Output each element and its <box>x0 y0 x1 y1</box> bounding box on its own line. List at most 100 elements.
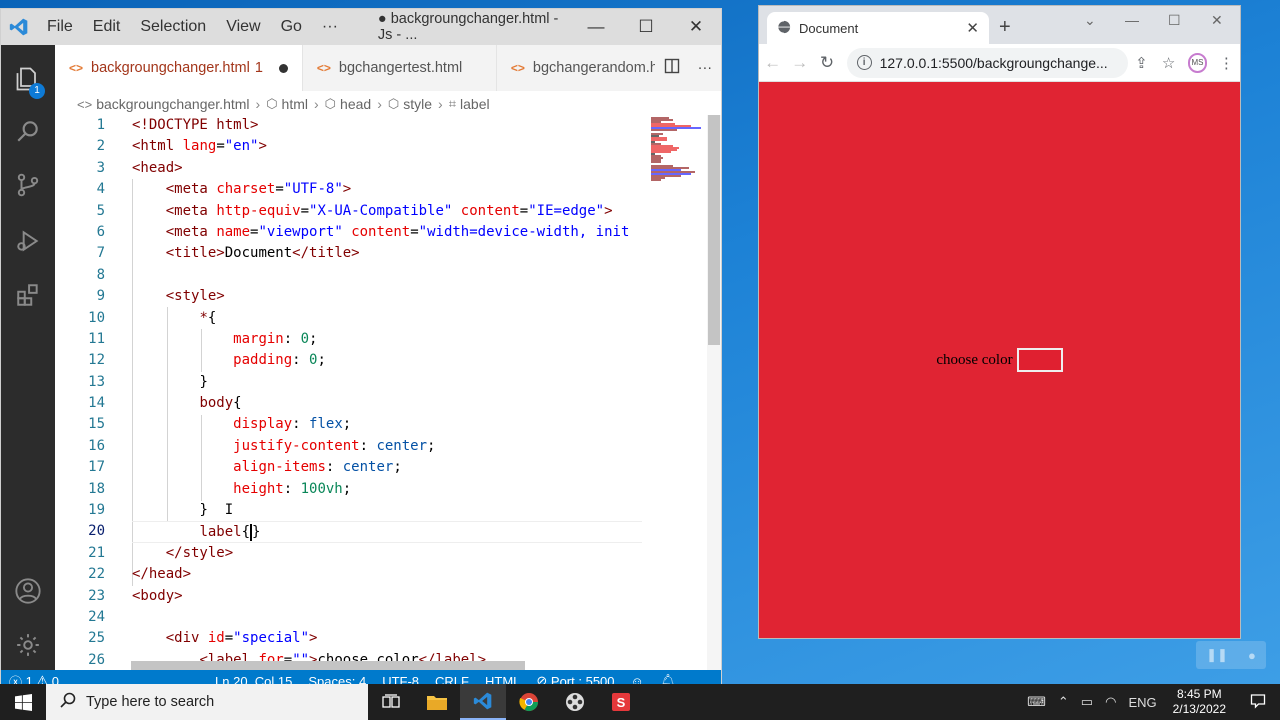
forward-icon[interactable]: → <box>786 53 813 73</box>
screen-recorder-icon[interactable]: S <box>598 684 644 720</box>
search-icon[interactable] <box>1 107 55 155</box>
mic-icon[interactable]: ● <box>1248 648 1256 663</box>
code-line: display: flex; <box>233 416 352 433</box>
battery-icon[interactable]: ▭ <box>1075 694 1099 710</box>
taskbar: Type here to search S ⌨ ⌃ ▭ ◠ ENG 8:45 P… <box>0 684 1280 720</box>
explorer-icon[interactable]: 1 <box>1 55 55 103</box>
windows-start-icon[interactable] <box>0 684 46 720</box>
close-icon[interactable]: ✕ <box>1211 12 1223 29</box>
browser-tab[interactable]: Document ✕ <box>767 12 989 44</box>
svg-text:S: S <box>617 695 626 710</box>
breadcrumb-label-node[interactable]: ⌗ label <box>449 96 490 112</box>
film-reel-app-icon[interactable] <box>552 684 598 720</box>
unsaved-dot-icon[interactable] <box>278 63 288 73</box>
chevron-right-icon: › <box>377 96 382 112</box>
minimap[interactable] <box>643 115 707 671</box>
tab-search-icon[interactable]: ⌄ <box>1084 12 1096 29</box>
bookmark-star-icon[interactable]: ☆ <box>1155 54 1182 72</box>
line-number: 23 <box>88 587 105 604</box>
html-file-icon: <> <box>69 61 84 75</box>
line-number: 7 <box>96 245 105 262</box>
menu-go[interactable]: Go <box>271 9 312 45</box>
minimize-icon[interactable]: — <box>571 9 621 45</box>
account-icon[interactable] <box>1 567 55 615</box>
line-number: 9 <box>96 288 105 305</box>
back-icon[interactable]: ← <box>759 53 786 73</box>
url-text: 127.0.0.1:5500/backgroungchange... <box>879 54 1108 71</box>
breadcrumb-label: html <box>281 96 308 112</box>
code-line: <meta name="viewport" content="width=dev… <box>165 223 630 240</box>
site-info-icon[interactable]: i <box>856 55 872 70</box>
keyboard-icon[interactable]: ⌨ <box>1021 694 1052 710</box>
tab-actions: ··· <box>655 45 721 91</box>
clock[interactable]: 8:45 PM 2/13/2022 <box>1163 687 1236 717</box>
code-line: margin: 0; <box>233 330 318 347</box>
profile-avatar[interactable]: MS <box>1188 52 1207 73</box>
code-line: <body> <box>132 587 183 604</box>
tab-bgchangerandom[interactable]: <> bgchangerandom.h <box>497 45 673 91</box>
share-icon[interactable]: ⇪ <box>1128 54 1155 72</box>
maximize-icon[interactable]: ☐ <box>1168 12 1181 29</box>
line-number: 1 <box>96 117 105 133</box>
window-title: ● backgroungchanger.html - Js - ... <box>377 11 559 43</box>
split-editor-icon[interactable] <box>664 58 680 78</box>
tab-bgchangertest[interactable]: <> bgchangertest.html <box>303 45 497 91</box>
extensions-icon[interactable] <box>1 271 55 319</box>
close-icon[interactable]: ✕ <box>671 9 721 45</box>
chevron-up-icon[interactable]: ⌃ <box>1052 694 1075 710</box>
color-input[interactable] <box>1016 348 1063 372</box>
line-number: 21 <box>88 544 105 561</box>
globe-icon <box>777 19 791 37</box>
breadcrumb-file[interactable]: <> backgroungchanger.html <box>77 96 250 112</box>
code-line: justify-content: center; <box>233 437 436 454</box>
pause-icon[interactable]: ❚❚ <box>1206 647 1228 663</box>
breadcrumb-html[interactable]: ⬡ html <box>266 96 308 112</box>
taskbar-search[interactable]: Type here to search <box>46 684 368 720</box>
input-language[interactable]: ENG <box>1122 695 1162 710</box>
code-line: align-items: center; <box>233 459 402 476</box>
breadcrumb-style[interactable]: ⬡ style <box>388 96 432 112</box>
menu-file[interactable]: File <box>37 9 83 45</box>
line-number: 26 <box>88 651 105 668</box>
new-tab-icon[interactable]: + <box>999 16 1011 39</box>
wifi-icon[interactable]: ◠ <box>1099 694 1122 710</box>
line-number: 20 <box>88 523 105 540</box>
source-control-icon[interactable] <box>1 161 55 209</box>
line-number: 6 <box>96 223 105 240</box>
notification-center-icon[interactable] <box>1236 693 1280 712</box>
page-viewport: choose color <box>759 82 1240 638</box>
tab-label: bgchangerandom.h <box>532 60 658 76</box>
menu-view[interactable]: View <box>216 9 270 45</box>
menu-edit[interactable]: Edit <box>83 9 131 45</box>
vertical-scrollbar[interactable] <box>707 115 721 671</box>
kebab-menu-icon[interactable]: ⋮ <box>1213 54 1240 72</box>
vscode-taskbar-icon[interactable] <box>460 684 506 720</box>
run-debug-icon[interactable] <box>1 217 55 265</box>
line-number: 16 <box>88 437 105 454</box>
menu-more[interactable]: ··· <box>312 9 348 45</box>
code-line: </style> <box>165 544 234 561</box>
choose-color-label: choose color <box>936 351 1013 368</box>
address-bar[interactable]: i 127.0.0.1:5500/backgroungchange... <box>846 47 1128 78</box>
settings-gear-icon[interactable] <box>1 621 55 669</box>
scrollbar-thumb[interactable] <box>708 115 720 345</box>
tab-backgroungchanger[interactable]: <> backgroungchanger.html 1 <box>55 45 303 91</box>
minimap-line <box>651 161 661 163</box>
close-tab-icon[interactable]: ✕ <box>966 19 979 37</box>
line-number: 19 <box>88 502 105 519</box>
reload-icon[interactable]: ↻ <box>813 53 840 73</box>
maximize-icon[interactable]: ☐ <box>621 9 671 45</box>
menu-selection[interactable]: Selection <box>130 9 216 45</box>
chrome-taskbar-icon[interactable] <box>506 684 552 720</box>
more-actions-icon[interactable]: ··· <box>698 60 713 76</box>
breadcrumb-head[interactable]: ⬡ head <box>325 96 372 112</box>
breadcrumb-label: label <box>460 96 490 112</box>
code-editor[interactable]: 1 2 3 4 5 6 7 8 9 10 11 12 13 14 15 16 17 18 19 20 21 22 23 24 2… <box>55 115 721 671</box>
file-explorer-icon[interactable] <box>414 684 460 720</box>
chrome-tabstrip: Document ✕ + ⌄ — ☐ ✕ <box>759 6 1240 44</box>
task-view-icon[interactable] <box>368 684 414 720</box>
minimize-icon[interactable]: — <box>1125 12 1139 28</box>
code-content[interactable]: <!DOCTYPE html> <html lang="en"> <head> … <box>132 115 642 671</box>
floating-toolbar[interactable]: ❚❚ ● <box>1196 641 1266 669</box>
line-number: 24 <box>88 608 105 625</box>
